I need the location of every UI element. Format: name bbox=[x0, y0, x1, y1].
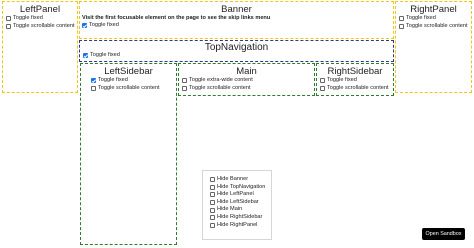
checkbox[interactable] bbox=[399, 16, 404, 22]
checkbox[interactable] bbox=[91, 85, 96, 91]
left-panel-title: LeftPanel bbox=[19, 4, 61, 15]
banner-toggle-fixed[interactable]: Toggle fixed bbox=[82, 22, 393, 30]
checkbox[interactable] bbox=[320, 85, 325, 91]
option-label: Hide RightPanel bbox=[217, 221, 258, 228]
checkbox[interactable] bbox=[182, 85, 187, 91]
top-navigation-title: TopNavigation bbox=[204, 42, 269, 53]
main-toggle-extra-wide[interactable]: Toggle extra-wide content bbox=[182, 77, 314, 85]
left-sidebar: LeftSidebar Toggle fixed Toggle scrollab… bbox=[80, 63, 177, 245]
option-label: Toggle scrollable content bbox=[327, 84, 389, 91]
right-panel: RightPanel Toggle fixed Toggle scrollabl… bbox=[395, 1, 472, 93]
right-panel-toggle-scrollable[interactable]: Toggle scrollable content bbox=[399, 23, 471, 31]
checkbox[interactable] bbox=[83, 53, 88, 59]
hide-banner-option[interactable]: Hide Banner bbox=[210, 176, 271, 184]
left-panel-options: Toggle fixed Toggle scrollable content bbox=[3, 15, 77, 30]
option-label: Toggle fixed bbox=[327, 77, 357, 83]
top-navigation-toggle-fixed[interactable]: Toggle fixed bbox=[83, 52, 120, 60]
checkbox[interactable] bbox=[82, 23, 87, 29]
checkbox[interactable] bbox=[210, 192, 215, 198]
left-panel-toggle-scrollable[interactable]: Toggle scrollable content bbox=[6, 23, 77, 31]
left-panel: LeftPanel Toggle fixed Toggle scrollable… bbox=[2, 1, 78, 93]
checkbox[interactable] bbox=[210, 177, 215, 183]
checkbox[interactable] bbox=[6, 16, 11, 22]
hide-left-panel-option[interactable]: Hide LeftPanel bbox=[210, 191, 271, 199]
left-sidebar-toggle-fixed[interactable]: Toggle fixed bbox=[91, 77, 176, 85]
left-panel-toggle-fixed[interactable]: Toggle fixed bbox=[6, 15, 77, 23]
option-label: Toggle scrollable content bbox=[13, 22, 75, 29]
main-toggle-scrollable[interactable]: Toggle scrollable content bbox=[182, 85, 314, 93]
checkbox[interactable] bbox=[399, 23, 404, 29]
checkbox[interactable] bbox=[6, 23, 11, 29]
top-navigation: TopNavigation Toggle fixed bbox=[79, 40, 394, 62]
option-label: Toggle scrollable content bbox=[406, 22, 468, 29]
option-label: Toggle scrollable content bbox=[189, 84, 251, 91]
banner: Banner Visit the first focusable element… bbox=[79, 1, 394, 39]
banner-title: Banner bbox=[221, 4, 252, 15]
left-sidebar-toggle-scrollable[interactable]: Toggle scrollable content bbox=[91, 85, 176, 93]
option-label: Toggle fixed bbox=[406, 15, 436, 21]
option-label: Toggle fixed bbox=[90, 52, 120, 58]
main: Main Toggle extra-wide content Toggle sc… bbox=[178, 63, 315, 96]
option-label: Hide LeftSidebar bbox=[217, 198, 259, 205]
right-sidebar-toggle-fixed[interactable]: Toggle fixed bbox=[320, 77, 393, 85]
option-label: Toggle fixed bbox=[13, 15, 43, 21]
hide-main-option[interactable]: Hide Main bbox=[210, 206, 271, 214]
option-label: Hide RightSidebar bbox=[217, 213, 263, 220]
right-sidebar-title: RightSidebar bbox=[327, 66, 383, 77]
option-label: Toggle fixed bbox=[98, 77, 128, 83]
option-label: Toggle scrollable content bbox=[98, 84, 160, 91]
checkbox[interactable] bbox=[210, 222, 215, 228]
option-label: Toggle fixed bbox=[89, 22, 119, 28]
banner-note: Visit the first focusable element on the… bbox=[82, 15, 271, 21]
right-panel-toggle-fixed[interactable]: Toggle fixed bbox=[399, 15, 471, 23]
hide-controls: Hide Banner Hide TopNavigation Hide Left… bbox=[202, 170, 272, 240]
checkbox[interactable] bbox=[210, 184, 215, 190]
checkbox[interactable] bbox=[210, 215, 215, 221]
open-sandbox-button[interactable]: Open Sandbox bbox=[422, 228, 465, 240]
option-label: Hide Banner bbox=[217, 176, 249, 182]
checkbox[interactable] bbox=[210, 207, 215, 213]
hide-right-panel-option[interactable]: Hide RightPanel bbox=[210, 222, 271, 230]
left-sidebar-title: LeftSidebar bbox=[104, 66, 153, 77]
checkbox[interactable] bbox=[91, 78, 96, 84]
checkbox[interactable] bbox=[320, 78, 325, 84]
checkbox[interactable] bbox=[210, 200, 215, 206]
main-title: Main bbox=[236, 66, 257, 77]
option-label: Hide Main bbox=[217, 206, 243, 213]
right-sidebar-toggle-scrollable[interactable]: Toggle scrollable content bbox=[320, 85, 393, 93]
hide-left-sidebar-option[interactable]: Hide LeftSidebar bbox=[210, 199, 271, 207]
hide-top-navigation-option[interactable]: Hide TopNavigation bbox=[210, 184, 271, 192]
option-label: Toggle extra-wide content bbox=[189, 77, 253, 83]
option-label: Hide LeftPanel bbox=[217, 191, 254, 198]
hide-right-sidebar-option[interactable]: Hide RightSidebar bbox=[210, 214, 271, 222]
checkbox[interactable] bbox=[182, 78, 187, 84]
right-sidebar: RightSidebar Toggle fixed Toggle scrolla… bbox=[316, 63, 394, 96]
option-label: Hide TopNavigation bbox=[217, 183, 266, 190]
right-panel-title: RightPanel bbox=[410, 4, 457, 15]
